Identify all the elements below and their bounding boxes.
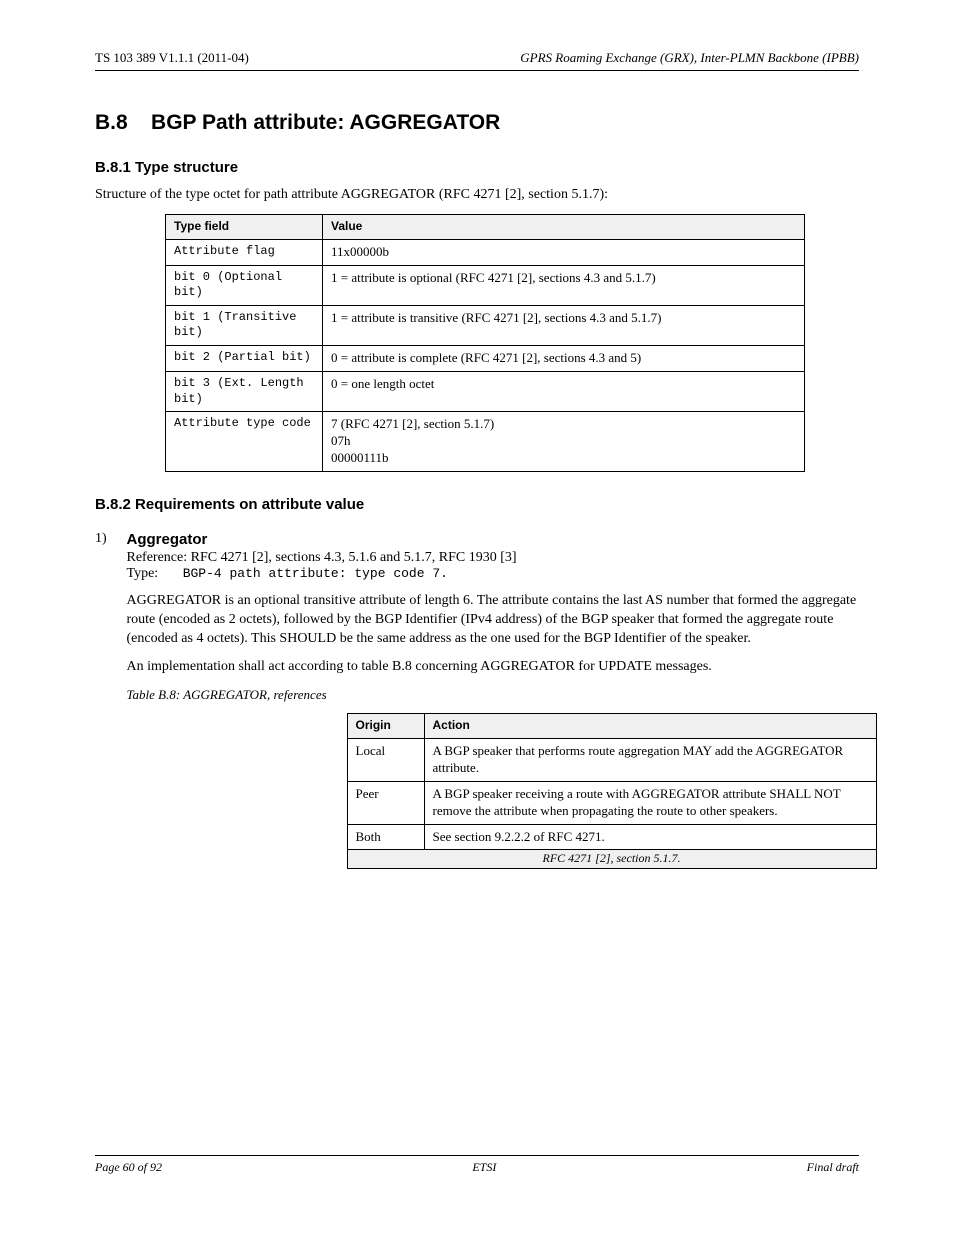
footer-right: Final draft xyxy=(807,1160,859,1175)
table-row: bit 2 (Partial bit) 0 = attribute is com… xyxy=(166,346,805,372)
table-row: Attribute flag 11x00000b xyxy=(166,239,805,265)
footer-left: Page 60 of 92 xyxy=(95,1160,162,1175)
page-footer: Page 60 of 92 ETSI Final draft xyxy=(95,1155,859,1175)
table-row: Attribute type code 7 (RFC 4271 [2], sec… xyxy=(166,412,805,472)
type-structure-table: Type field Value Attribute flag 11x00000… xyxy=(165,214,805,472)
cell-field: bit 2 (Partial bit) xyxy=(166,346,323,372)
cell-value: 1 = attribute is optional (RFC 4271 [2],… xyxy=(323,265,805,305)
item-body: Aggregator Reference: RFC 4271 [2], sect… xyxy=(127,531,859,869)
table-row: bit 1 (Transitive bit) 1 = attribute is … xyxy=(166,305,805,345)
cell-field: Attribute type code xyxy=(166,412,323,472)
table-row: bit 0 (Optional bit) 1 = attribute is op… xyxy=(166,265,805,305)
cell-field: bit 3 (Ext. Length bit) xyxy=(166,371,323,411)
header-right: GPRS Roaming Exchange (GRX), Inter-PLMN … xyxy=(520,50,859,66)
col-header-origin: Origin xyxy=(347,714,424,739)
cell-action: A BGP speaker receiving a route with AGG… xyxy=(424,781,876,824)
item-ref-line: Reference: RFC 4271 [2], sections 4.3, 5… xyxy=(127,550,859,566)
cell-action: See section 9.2.2.2 of RFC 4271. xyxy=(424,824,876,850)
aggregator-ref-table: Origin Action Local A BGP speaker that p… xyxy=(347,713,877,869)
item-title: Aggregator xyxy=(127,531,859,548)
cell-field: Attribute flag xyxy=(166,239,323,265)
footer-center: ETSI xyxy=(472,1160,496,1175)
item-para2: An implementation shall act according to… xyxy=(127,658,859,677)
requirement-item: 1) Aggregator Reference: RFC 4271 [2], s… xyxy=(95,531,859,869)
col-header-value: Value xyxy=(323,215,805,240)
cell-origin: Both xyxy=(347,824,424,850)
section-number: B.8 xyxy=(95,111,128,134)
section-title: B.8 BGP Path attribute: AGGREGATOR xyxy=(95,111,859,135)
section-name: BGP Path attribute: AGGREGATOR xyxy=(151,111,500,134)
cell-value: 11x00000b xyxy=(323,239,805,265)
cell-field: bit 0 (Optional bit) xyxy=(166,265,323,305)
table-row: Local A BGP speaker that performs route … xyxy=(347,738,876,781)
item-para1: AGGREGATOR is an optional transitive att… xyxy=(127,592,859,649)
cell-origin: Local xyxy=(347,738,424,781)
table-footnote: RFC 4271 [2], section 5.1.7. xyxy=(347,850,876,869)
cell-value: 7 (RFC 4271 [2], section 5.1.7) 07h 0000… xyxy=(323,412,805,472)
footer-rule xyxy=(95,1155,859,1156)
table-footnote-row: RFC 4271 [2], section 5.1.7. xyxy=(347,850,876,869)
cell-value: 0 = one length octet xyxy=(323,371,805,411)
col-header-field: Type field xyxy=(166,215,323,240)
b81-intro: Structure of the type octet for path att… xyxy=(95,186,859,204)
item-ref: RFC 4271 [2], sections 4.3, 5.1.6 and 5.… xyxy=(191,550,517,565)
table-row: Both See section 9.2.2.2 of RFC 4271. xyxy=(347,824,876,850)
page: TS 103 389 V1.1.1 (2011-04) GPRS Roaming… xyxy=(95,50,859,1185)
item-type-line: Type: BGP-4 path attribute: type code 7. xyxy=(127,566,859,582)
col-header-action: Action xyxy=(424,714,876,739)
item-number: 1) xyxy=(95,531,123,547)
page-header: TS 103 389 V1.1.1 (2011-04) GPRS Roaming… xyxy=(95,50,859,66)
header-rule xyxy=(95,70,859,71)
header-left: TS 103 389 V1.1.1 (2011-04) xyxy=(95,50,249,66)
table-row: bit 3 (Ext. Length bit) 0 = one length o… xyxy=(166,371,805,411)
cell-origin: Peer xyxy=(347,781,424,824)
cell-field: bit 1 (Transitive bit) xyxy=(166,305,323,345)
ref-table-caption: Table B.8: AGGREGATOR, references xyxy=(127,687,859,703)
subsection-b81-title: B.8.1 Type structure xyxy=(95,159,859,176)
cell-value: 1 = attribute is transitive (RFC 4271 [2… xyxy=(323,305,805,345)
item-type: BGP-4 path attribute: type code 7. xyxy=(183,566,448,581)
cell-value: 0 = attribute is complete (RFC 4271 [2],… xyxy=(323,346,805,372)
cell-action: A BGP speaker that performs route aggreg… xyxy=(424,738,876,781)
subsection-b82-title: B.8.2 Requirements on attribute value xyxy=(95,496,859,513)
table-row: Peer A BGP speaker receiving a route wit… xyxy=(347,781,876,824)
